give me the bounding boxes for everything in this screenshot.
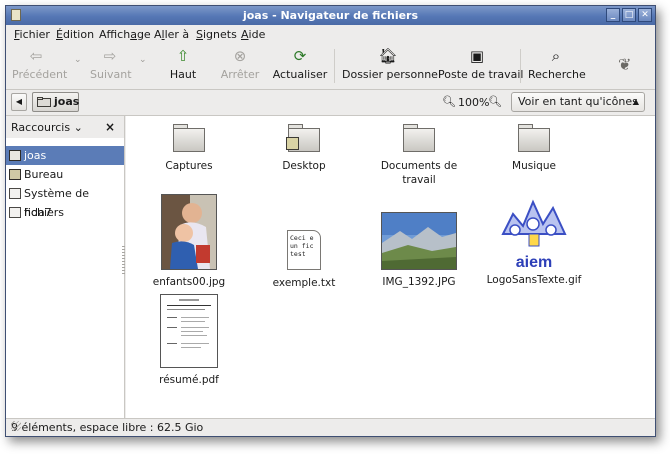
resize-grip-icon[interactable]	[11, 421, 21, 431]
arrow-left-icon: ⇦	[29, 47, 43, 65]
up-button[interactable]: ⇧ Haut	[166, 48, 200, 81]
sidebar-type-dropdown[interactable]: Raccourcis ⌄	[11, 121, 83, 134]
title-bar[interactable]: joas - Navigateur de fichiers _ □ ✕	[6, 6, 655, 25]
file-view: Captures Desktop Documents de travail Mu…	[126, 116, 655, 418]
computer-icon: ▣	[469, 47, 485, 65]
desktop-icon	[9, 169, 21, 180]
sidebar-item-joas[interactable]: joas	[6, 146, 124, 165]
text-file-icon: Ceci e un fic test	[287, 230, 321, 270]
pdf-thumbnail	[160, 294, 218, 368]
menu-signets[interactable]: Signets	[196, 28, 237, 41]
folder-icon	[173, 124, 205, 152]
close-icon[interactable]: ×	[105, 120, 115, 134]
pane-resize-handle[interactable]	[122, 246, 125, 276]
stop-button[interactable]: ⊗ Arrêter	[218, 48, 262, 81]
sidebar-item-hda7[interactable]: hda7	[6, 203, 124, 222]
sidebar-item-systeme-de-fichiers[interactable]: Système de fichiers	[6, 184, 124, 219]
location-bar: ◀ joas 🔍︎ 100% 🔍︎ Voir en tant qu'icônes…	[6, 89, 655, 124]
status-bar: 9 éléments, espace libre : 62.5 Gio	[6, 418, 655, 437]
search-icon: ⌕	[551, 47, 561, 65]
next-history-dropdown[interactable]: ⌄	[139, 55, 147, 65]
zoom-level[interactable]: 100%	[458, 96, 489, 109]
stop-icon: ⊗	[233, 47, 247, 65]
file-item[interactable]: résumé.pdf	[136, 294, 242, 387]
file-item[interactable]: aiem LogoSansTexte.gif	[481, 194, 587, 287]
minimize-button[interactable]: _	[606, 8, 620, 22]
menu-aller-a[interactable]: Aller à	[154, 28, 189, 41]
menu-aide[interactable]: Aide	[241, 28, 265, 41]
path-back-button[interactable]: ◀	[11, 93, 27, 111]
zoom-out-icon[interactable]: 🔍︎	[442, 95, 456, 108]
menu-affichage[interactable]: Affichage	[99, 28, 151, 41]
menu-fichier[interactable]: Fichier	[14, 28, 50, 41]
path-button-joas[interactable]: joas	[32, 92, 79, 112]
view-mode-select[interactable]: Voir en tant qu'icônes ▲▼	[511, 92, 645, 124]
toolbar: ⇦ Précédent ⌄ ⇨ Suivant ⌄ ⇧ Haut ⊗ Arrêt…	[6, 43, 655, 90]
file-item[interactable]: Ceci e un fic test exemple.txt	[251, 194, 357, 290]
file-item[interactable]: Desktop	[251, 124, 357, 173]
menu-bar: Fichier Édition Affichage Aller à Signet…	[6, 25, 655, 43]
maximize-button[interactable]: □	[622, 8, 636, 22]
folder-icon	[403, 124, 435, 152]
computer-button[interactable]: ▣ Poste de travail	[438, 47, 523, 81]
arrow-up-icon: ⇧	[176, 47, 190, 65]
file-item[interactable]: Musique	[481, 124, 587, 173]
search-button[interactable]: ⌕ Recherche	[528, 47, 586, 81]
sidebar-item-bureau[interactable]: Bureau	[6, 165, 124, 184]
menu-edition[interactable]: Édition	[56, 28, 94, 41]
file-item[interactable]: Captures	[136, 124, 242, 173]
window-title: joas - Navigateur de fichiers	[242, 9, 419, 22]
file-item[interactable]: IMG_1392.JPG	[366, 194, 472, 289]
home-folder-icon	[37, 97, 51, 107]
status-text: 9 éléments, espace libre : 62.5 Gio	[11, 421, 204, 434]
sidebar: Raccourcis ⌄ × joas Bureau Système de fi…	[6, 116, 125, 418]
file-manager-window: joas - Navigateur de fichiers _ □ ✕ Fich…	[5, 5, 656, 437]
toolbar-separator	[334, 49, 335, 83]
file-item[interactable]: enfants00.jpg	[136, 194, 242, 289]
chevron-down-icon: ⌄	[73, 121, 83, 134]
throbber-icon: ❦	[618, 55, 632, 74]
home-button[interactable]: 🏠︎ Dossier personnel	[342, 47, 441, 81]
logo-thumbnail: aiem	[499, 194, 569, 268]
folder-icon	[518, 124, 550, 152]
photo-thumbnail	[381, 212, 457, 270]
sidebar-header: Raccourcis ⌄ ×	[6, 116, 124, 138]
zoom-in-icon[interactable]: 🔍︎	[488, 95, 502, 108]
home-folder-icon: 🏠︎	[378, 47, 398, 65]
next-button[interactable]: ⇨ Suivant	[90, 47, 132, 81]
drive-icon	[9, 207, 21, 218]
close-window-button[interactable]: ✕	[638, 8, 652, 22]
reload-button[interactable]: ⟳ Actualiser	[272, 48, 328, 81]
arrow-right-icon: ⇨	[103, 47, 117, 65]
desktop-folder-icon	[286, 124, 320, 152]
previous-button[interactable]: ⇦ Précédent	[12, 47, 67, 81]
reload-icon: ⟳	[293, 47, 307, 65]
photo-thumbnail	[161, 194, 217, 270]
toolbar-separator	[520, 49, 521, 83]
previous-history-dropdown[interactable]: ⌄	[74, 55, 82, 65]
harddisk-icon	[9, 188, 21, 199]
file-item[interactable]: Documents de travail	[366, 124, 472, 187]
home-folder-icon	[9, 150, 21, 161]
